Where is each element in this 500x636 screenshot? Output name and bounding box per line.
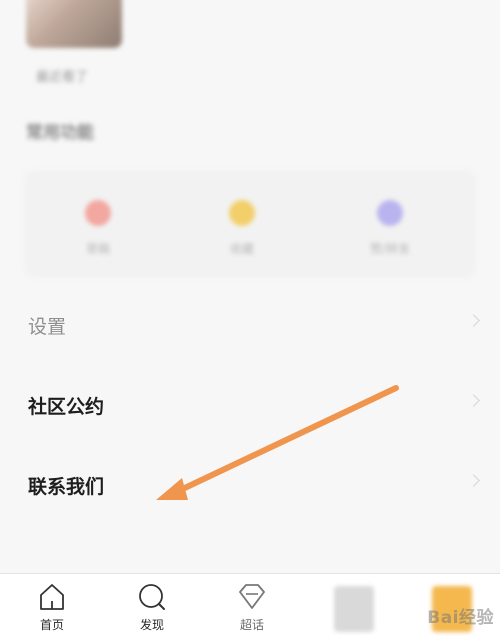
- tab-messages-blurred[interactable]: [334, 586, 374, 632]
- contact-us-label: 联系我们: [28, 476, 105, 498]
- search-icon: [139, 584, 165, 610]
- tab-home-label: 首页: [39, 618, 64, 632]
- profile-page: 最近看了 常用功能 草稿 收藏 赞/转发 设置 社区公约 联系我们 首页 发现 …: [0, 0, 500, 636]
- chevron-right-icon: [467, 394, 480, 407]
- tab-discover-label: 发现: [139, 618, 164, 632]
- tool-draft[interactable]: 草稿: [58, 200, 138, 257]
- tab-chaohua[interactable]: 超话: [222, 580, 282, 633]
- chevron-right-icon: [467, 474, 480, 487]
- tool-favorite-label: 收藏: [229, 242, 254, 256]
- tab-chaohua-label: 超话: [239, 618, 264, 632]
- recent-caption: 最近看了: [36, 70, 89, 85]
- tool-like-label: 赞/转发: [369, 242, 411, 256]
- bottom-tab-bar: 首页 发现 超话 Bai经验: [0, 573, 500, 636]
- draft-icon: [85, 200, 111, 226]
- diamond-icon: [239, 584, 265, 609]
- chevron-right-icon: [467, 314, 480, 327]
- tool-like[interactable]: 赞/转发: [350, 200, 430, 257]
- favorite-icon: [229, 200, 255, 226]
- settings-row[interactable]: 设置: [0, 296, 500, 356]
- recent-thumbnail[interactable]: [26, 0, 122, 48]
- tool-favorite[interactable]: 收藏: [202, 200, 282, 257]
- tab-discover[interactable]: 发现: [122, 580, 182, 633]
- settings-label: 设置: [28, 316, 67, 338]
- tool-draft-label: 草稿: [85, 242, 110, 256]
- baidu-jingyan-watermark: Bai经验: [427, 608, 494, 628]
- like-icon: [377, 200, 403, 226]
- community-guidelines-label: 社区公约: [28, 396, 105, 418]
- tools-card: 草稿 收藏 赞/转发: [24, 170, 476, 278]
- contact-us-row[interactable]: 联系我们: [0, 456, 500, 516]
- tools-section-title: 常用功能: [26, 123, 94, 143]
- tab-home[interactable]: 首页: [22, 580, 82, 633]
- community-guidelines-row[interactable]: 社区公约: [0, 376, 500, 436]
- home-icon: [40, 584, 64, 610]
